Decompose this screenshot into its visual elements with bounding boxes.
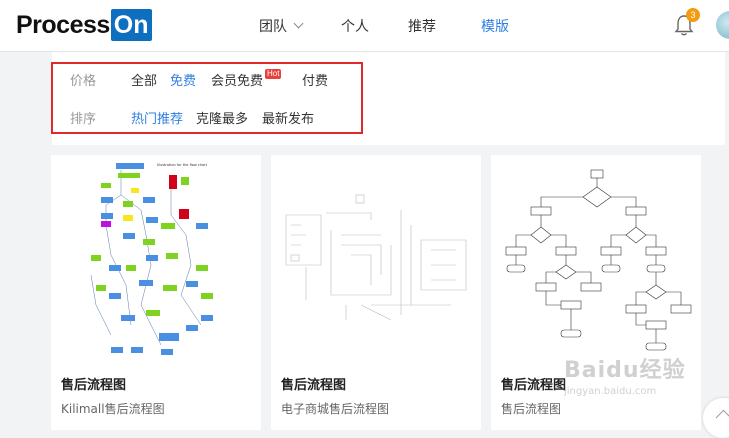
price-option-all[interactable]: 全部	[131, 70, 157, 89]
flowchart-thumbnail: Illustration for the flow chart	[90, 163, 213, 355]
sort-option-newest[interactable]: 最新发布	[262, 108, 314, 127]
card-subtitle: 售后流程图	[501, 402, 562, 416]
nav-templates[interactable]: 模版	[481, 0, 509, 51]
nav-recommend[interactable]: 推荐	[408, 0, 436, 51]
template-card[interactable]: Illustration for the flow chart 售后流程图 Ki…	[51, 155, 261, 430]
processon-logo[interactable]: Process On	[16, 9, 152, 41]
sort-option-hot[interactable]: 热门推荐	[131, 108, 183, 127]
price-option-free[interactable]: 免费	[170, 70, 196, 89]
scroll-to-top-button[interactable]	[703, 398, 729, 438]
price-label: 价格	[70, 74, 97, 89]
watermark-main: Baidu经验	[564, 358, 686, 383]
sort-label: 排序	[70, 112, 97, 127]
nav-personal[interactable]: 个人	[341, 0, 369, 51]
chevron-down-icon	[293, 18, 304, 29]
sort-option-most-cloned[interactable]: 克隆最多	[196, 108, 248, 127]
price-option-paid[interactable]: 付费	[302, 70, 328, 89]
hot-badge: Hot	[265, 69, 282, 79]
watermark-sub: jingyan.baidu.com	[564, 386, 657, 397]
logo-text-part2: On	[110, 9, 152, 41]
avatar[interactable]	[716, 11, 729, 39]
flowchart-thumbnail	[505, 169, 692, 351]
nav-team[interactable]: 团队	[259, 0, 304, 51]
logo-text-part1: Process	[16, 10, 110, 39]
top-header: Process On 团队 个人 推荐 模版 3	[0, 0, 729, 52]
thumbnail-caption: Illustration for the flow chart	[157, 163, 208, 167]
template-card[interactable]: 售后流程图 电子商城售后流程图	[271, 155, 481, 430]
price-option-member-free[interactable]: 会员免费	[211, 70, 263, 89]
nav-team-label: 团队	[259, 18, 287, 35]
chevron-up-icon	[715, 409, 729, 426]
card-title: 售后流程图	[501, 378, 567, 393]
card-title: 售后流程图	[281, 378, 347, 393]
card-title: 售后流程图	[61, 378, 127, 393]
flowchart-thumbnail	[285, 194, 467, 321]
card-subtitle: Kilimall售后流程图	[61, 402, 165, 416]
notification-badge: 3	[686, 8, 700, 22]
baidu-watermark: Baidu经验 jingyan.baidu.com	[564, 352, 686, 397]
card-subtitle: 电子商城售后流程图	[281, 402, 390, 416]
